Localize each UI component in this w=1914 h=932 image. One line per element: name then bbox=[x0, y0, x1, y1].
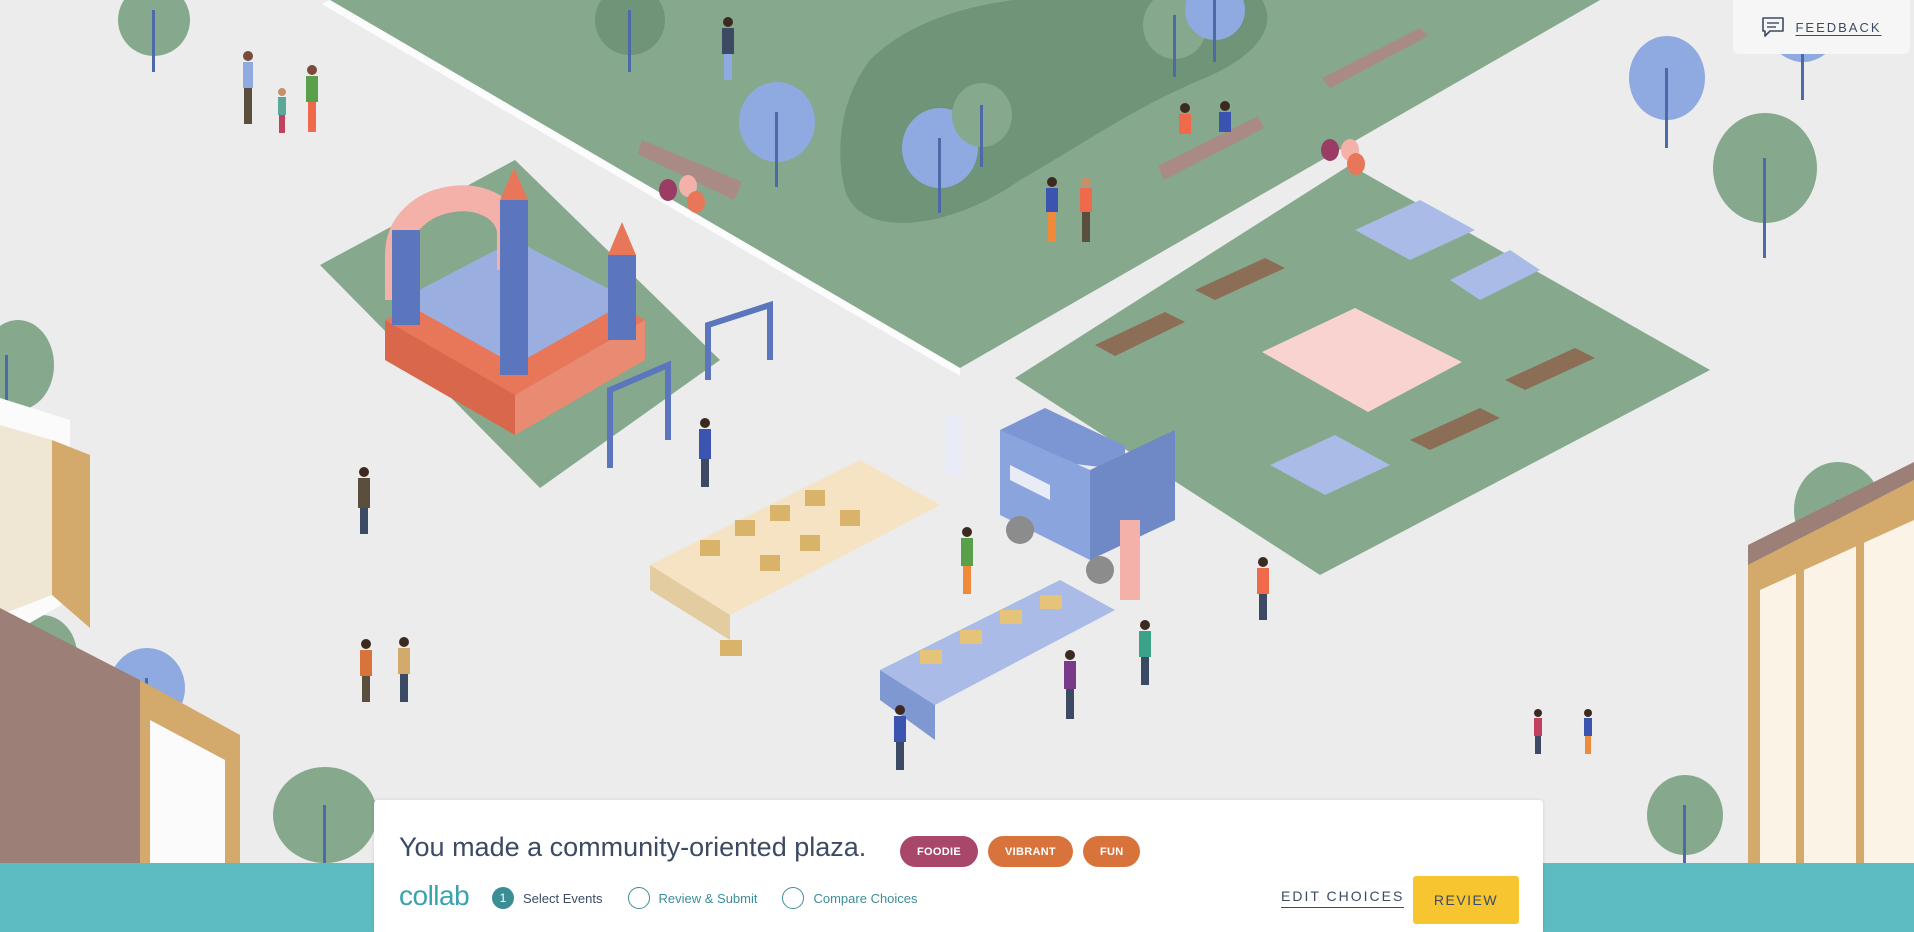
collab-logo[interactable]: collab bbox=[399, 882, 470, 910]
feedback-button[interactable]: FEEDBACK bbox=[1733, 0, 1910, 54]
summary-text: You made a community-oriented plaza. bbox=[399, 832, 867, 862]
step-2-indicator bbox=[627, 887, 650, 909]
step-3-label: Compare Choices bbox=[813, 890, 918, 906]
tag-vibrant: VIBRANT bbox=[987, 836, 1073, 867]
step-2-label: Review & Submit bbox=[658, 890, 758, 906]
step-1-label: Select Events bbox=[523, 890, 603, 906]
summary-panel: You made a community-oriented plaza. FOO… bbox=[374, 800, 1543, 932]
step-1-indicator: 1 bbox=[492, 887, 514, 909]
tag-foodie: FOODIE bbox=[900, 836, 978, 867]
step-select-events[interactable]: 1 Select Events bbox=[492, 887, 603, 909]
tag-fun: FUN bbox=[1082, 836, 1141, 867]
step-3-indicator bbox=[782, 887, 805, 909]
plaza-illustration bbox=[0, 0, 1914, 932]
step-review-submit[interactable]: Review & Submit bbox=[627, 887, 758, 909]
step-progress: 1 Select Events Review & Submit Compare … bbox=[492, 887, 943, 909]
feedback-label: FEEDBACK bbox=[1795, 19, 1882, 35]
edit-choices-link[interactable]: EDIT CHOICES bbox=[1281, 888, 1405, 908]
tag-list: FOODIE VIBRANT FUN bbox=[900, 836, 1141, 867]
step-compare-choices[interactable]: Compare Choices bbox=[782, 887, 918, 909]
comment-icon bbox=[1762, 17, 1785, 37]
review-button[interactable]: REVIEW bbox=[1413, 876, 1519, 924]
